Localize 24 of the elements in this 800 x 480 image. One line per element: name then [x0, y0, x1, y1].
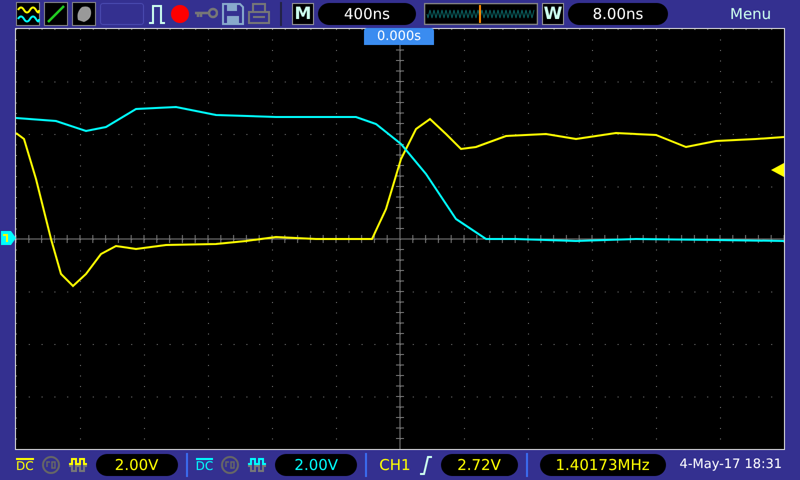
square-wave-icon[interactable] [247, 457, 268, 473]
volts-per-division[interactable]: 2.00V [275, 454, 358, 476]
coupling-indicator[interactable]: DC [16, 458, 34, 472]
persistence-icon[interactable] [72, 2, 96, 26]
rising-edge-icon [418, 455, 433, 475]
timebase-label: M [292, 3, 314, 25]
save-icon[interactable] [222, 3, 244, 25]
volts-per-division[interactable]: 2.00V [96, 454, 178, 476]
waveform-icon[interactable] [16, 2, 40, 26]
pulse-icon [148, 3, 166, 25]
trigger-level-marker[interactable] [771, 163, 784, 177]
ground-marker-icon[interactable] [1, 230, 17, 246]
coupling-indicator[interactable]: DC [196, 458, 214, 472]
timebase-value: 400ns [318, 3, 416, 25]
window-scale-label: W [542, 3, 564, 25]
window-scale-value: 8.00ns [568, 3, 668, 25]
trigger-level-value[interactable]: 2.72V [440, 454, 518, 476]
blank-field [100, 3, 144, 25]
trigger-source[interactable]: CH1 [379, 454, 411, 476]
frequency-counter: 1.40173MHz [540, 454, 666, 476]
square-wave-icon[interactable] [68, 457, 88, 473]
date-time: 4-May-17 18:31 [680, 456, 782, 474]
menu-button[interactable]: Menu [730, 2, 772, 26]
line-icon[interactable] [44, 2, 68, 26]
